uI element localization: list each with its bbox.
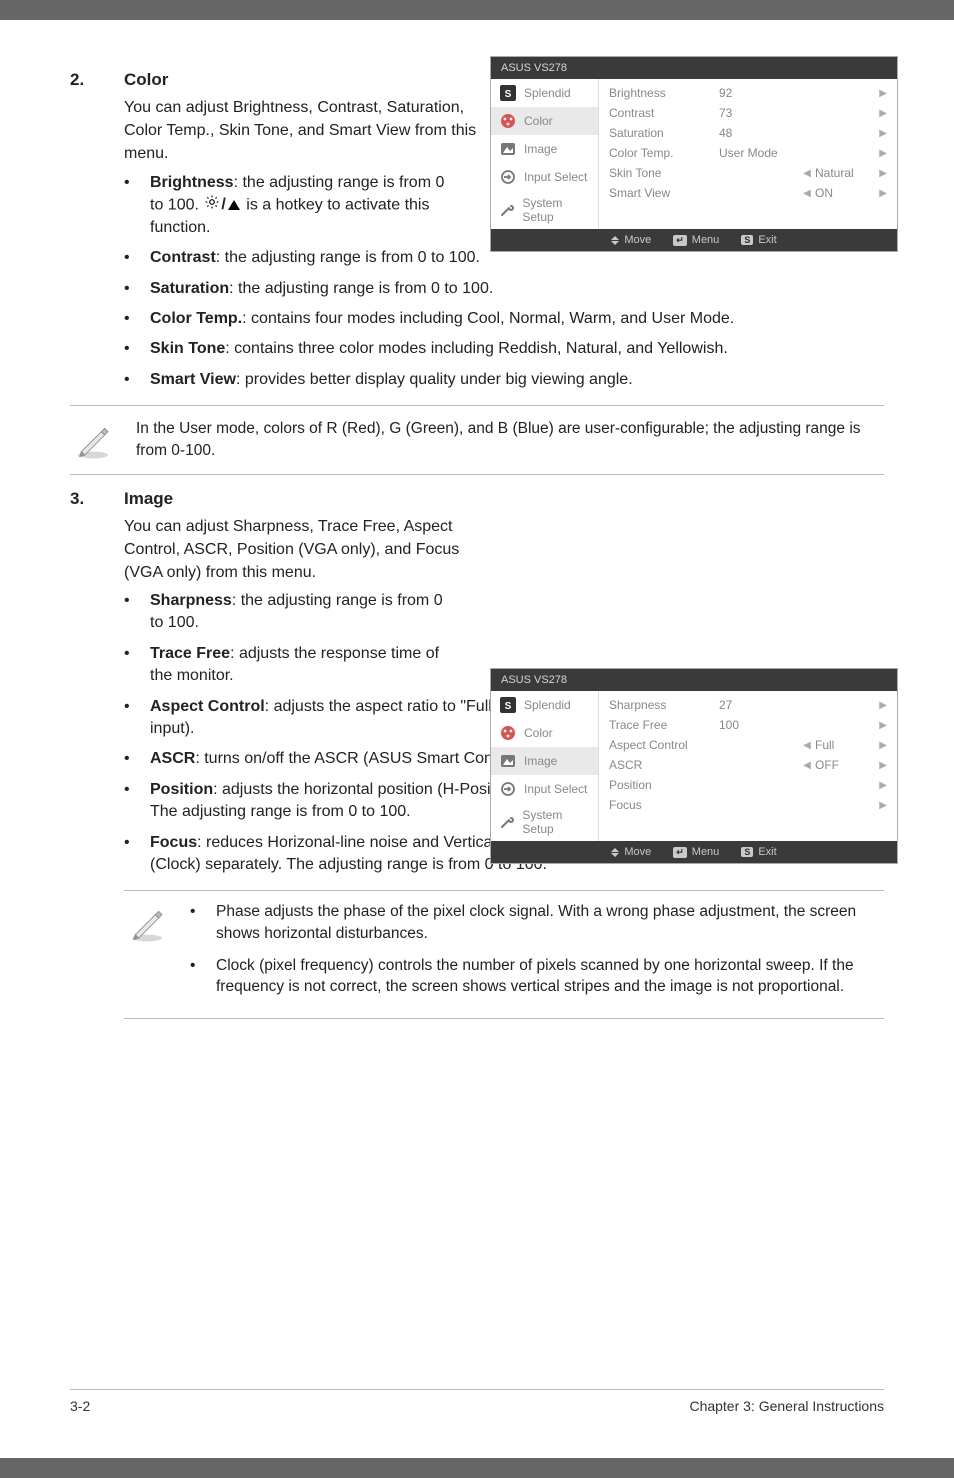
hotkey-icons: /: [205, 194, 239, 216]
osd-row-colortemp[interactable]: Color Temp.User Mode▶: [605, 143, 891, 163]
page-footer: 3-2 Chapter 3: General Instructions: [70, 1389, 884, 1414]
wrench-icon: [499, 201, 515, 219]
osd-row-position[interactable]: Position▶: [605, 775, 891, 795]
osd-sidebar-input[interactable]: Input Select: [491, 775, 598, 803]
chapter-label: Chapter 3: General Instructions: [689, 1398, 884, 1414]
osd-row-skintone[interactable]: Skin Tone◀Natural▶: [605, 163, 891, 183]
osd-row-saturation[interactable]: Saturation48▶: [605, 123, 891, 143]
bullet-skintone: •Skin Tone: contains three color modes i…: [124, 338, 884, 360]
page-number: 3-2: [70, 1398, 90, 1414]
input-icon: [499, 168, 517, 186]
image-intro: You can adjust Sharpness, Trace Free, As…: [124, 515, 480, 585]
osd-sidebar-input[interactable]: Input Select: [491, 163, 598, 191]
osd-row-smartview[interactable]: Smart View◀ON▶: [605, 183, 891, 203]
input-icon: [499, 780, 517, 798]
osd-sidebar: S Splendid Color Image Input Select: [491, 79, 599, 229]
osd-row-focus[interactable]: Focus▶: [605, 795, 891, 815]
splendid-icon: S: [499, 84, 517, 102]
osd-sidebar-label: Color: [524, 114, 553, 128]
palette-icon: [499, 112, 517, 130]
osd-sidebar-color[interactable]: Color: [491, 107, 598, 135]
osd-sidebar-system[interactable]: System Setup: [491, 803, 598, 841]
section-number: 2.: [70, 70, 124, 90]
osd-sidebar-label: Image: [524, 754, 557, 768]
osd-sidebar-splendid[interactable]: S Splendid: [491, 79, 598, 107]
enter-key-icon: ↵: [673, 235, 687, 246]
osd-sidebar-label: Input Select: [524, 782, 587, 796]
osd-sidebar-image[interactable]: Image: [491, 135, 598, 163]
osd-row-sharpness[interactable]: Sharpness27▶: [605, 695, 891, 715]
svg-text:S: S: [505, 701, 512, 712]
osd-sidebar-label: System Setup: [522, 808, 590, 836]
bullet-smartview: •Smart View: provides better display qua…: [124, 369, 884, 391]
section-title: Color: [124, 70, 168, 90]
osd-content: Brightness92▶ Contrast73▶ Saturation48▶ …: [599, 79, 897, 229]
palette-icon: [499, 724, 517, 742]
osd-row-contrast[interactable]: Contrast73▶: [605, 103, 891, 123]
bullet-colortemp: •Color Temp.: contains four modes includ…: [124, 308, 884, 330]
osd-sidebar-label: Image: [524, 142, 557, 156]
osd-image-panel: ASUS VS278 S Splendid Color Image Input …: [490, 668, 898, 864]
note-phase: •Phase adjusts the phase of the pixel cl…: [190, 901, 884, 944]
osd-row-ascr[interactable]: ASCR◀OFF▶: [605, 755, 891, 775]
splendid-icon: S: [499, 696, 517, 714]
s-key-icon: S: [741, 847, 753, 857]
osd-footer-exit: SExit: [741, 846, 776, 858]
osd-sidebar-image[interactable]: Image: [491, 747, 598, 775]
osd-footer-menu: ↵Menu: [673, 234, 719, 246]
osd-footer-exit: SExit: [741, 234, 776, 246]
section-number: 3.: [70, 489, 124, 509]
osd-sidebar-label: System Setup: [522, 196, 590, 224]
s-key-icon: S: [741, 235, 753, 245]
osd-footer-move: Move: [611, 846, 651, 858]
osd-sidebar-system[interactable]: System Setup: [491, 191, 598, 229]
pencil-note-icon: [124, 901, 170, 943]
osd-title: ASUS VS278: [491, 669, 897, 691]
section-title: Image: [124, 489, 173, 509]
wrench-icon: [499, 813, 515, 831]
image-icon: [499, 140, 517, 158]
osd-sidebar-label: Splendid: [524, 86, 571, 100]
osd-row-brightness[interactable]: Brightness92▶: [605, 83, 891, 103]
osd-sidebar: S Splendid Color Image Input Select: [491, 691, 599, 841]
osd-color-panel: ASUS VS278 S Splendid Color Image Input …: [490, 56, 898, 252]
osd-body: S Splendid Color Image Input Select: [491, 79, 897, 229]
osd-footer: Move ↵Menu SExit: [491, 229, 897, 251]
svg-text:S: S: [505, 89, 512, 100]
note-clock: •Clock (pixel frequency) controls the nu…: [190, 955, 884, 998]
osd-body: S Splendid Color Image Input Select: [491, 691, 897, 841]
sun-icon: [205, 194, 219, 216]
bullet-saturation: •Saturation: the adjusting range is from…: [124, 278, 884, 300]
osd-sidebar-label: Splendid: [524, 698, 571, 712]
document-page: ASUS VS278 S Splendid Color Image Input …: [0, 20, 954, 1458]
osd-content: Sharpness27▶ Trace Free100▶ Aspect Contr…: [599, 691, 897, 841]
pencil-note-icon: [70, 418, 116, 460]
osd-footer-move: Move: [611, 234, 651, 246]
osd-footer: Move ↵Menu SExit: [491, 841, 897, 863]
osd-row-tracefree[interactable]: Trace Free100▶: [605, 715, 891, 735]
bullet-sharpness: •Sharpness: the adjusting range is from …: [124, 590, 884, 635]
image-icon: [499, 752, 517, 770]
note-phase-clock: •Phase adjusts the phase of the pixel cl…: [124, 890, 884, 1019]
osd-sidebar-color[interactable]: Color: [491, 719, 598, 747]
osd-row-aspect[interactable]: Aspect Control◀Full▶: [605, 735, 891, 755]
osd-sidebar-splendid[interactable]: S Splendid: [491, 691, 598, 719]
up-triangle-icon: [228, 200, 240, 210]
note-user-mode: In the User mode, colors of R (Red), G (…: [70, 405, 884, 474]
osd-sidebar-label: Color: [524, 726, 553, 740]
enter-key-icon: ↵: [673, 847, 687, 858]
osd-title: ASUS VS278: [491, 57, 897, 79]
osd-footer-menu: ↵Menu: [673, 846, 719, 858]
color-intro: You can adjust Brightness, Contrast, Sat…: [124, 96, 480, 166]
slash-separator: /: [221, 194, 225, 216]
osd-sidebar-label: Input Select: [524, 170, 587, 184]
note-text: In the User mode, colors of R (Red), G (…: [136, 418, 884, 461]
